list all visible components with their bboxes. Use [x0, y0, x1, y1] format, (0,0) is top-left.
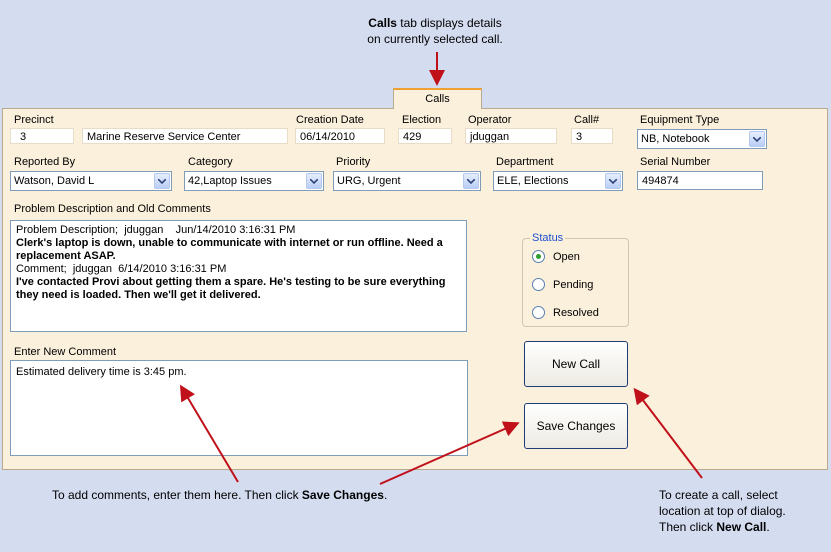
precinct-label: Precinct — [14, 114, 54, 126]
status-radio-pending[interactable]: Pending — [532, 278, 593, 291]
creation-date-field[interactable]: 06/14/2010 — [295, 128, 385, 144]
calls-tab-annotation: Calls tab displays details on currently … — [367, 16, 503, 46]
comment-entry-head: Comment; jduggan 6/14/2010 3:16:31 PM — [16, 263, 227, 275]
priority-label: Priority — [336, 156, 371, 168]
create-call-annotation: To create a call, select location at top… — [659, 488, 786, 534]
election-label: Election — [402, 114, 442, 126]
reported-by-select[interactable]: Watson, David L — [10, 171, 172, 191]
status-radio-open[interactable]: Open — [532, 250, 580, 263]
radio-icon[interactable] — [532, 278, 545, 291]
radio-icon[interactable] — [532, 306, 545, 319]
call-number-field[interactable]: 3 — [571, 128, 613, 144]
election-field[interactable]: 429 — [398, 128, 452, 144]
chevron-down-icon[interactable] — [306, 173, 322, 189]
problem-entry-head: Problem Description; jduggan Jun/14/2010… — [16, 224, 296, 236]
priority-select[interactable]: URG, Urgent — [333, 171, 481, 191]
comment-entry-body: I've contacted Provi about getting them … — [16, 276, 446, 301]
reported-by-label: Reported By — [14, 156, 76, 168]
chevron-down-icon[interactable] — [749, 131, 765, 147]
equipment-type-label: Equipment Type — [640, 114, 720, 126]
precinct-field[interactable]: 3 — [10, 128, 74, 144]
operator-field[interactable]: jduggan — [465, 128, 557, 144]
add-comment-annotation: To add comments, enter them here. Then c… — [52, 488, 388, 502]
status-radio-resolved[interactable]: Resolved — [532, 306, 599, 319]
new-comment-textarea[interactable]: Estimated delivery time is 3:45 pm. — [10, 360, 468, 456]
radio-selected-icon[interactable] — [532, 250, 545, 263]
chevron-down-icon[interactable] — [605, 173, 621, 189]
problem-entry-body: Clerk's laptop is down, unable to commun… — [16, 237, 443, 262]
problem-description-label: Problem Description and Old Comments — [14, 203, 211, 215]
call-number-label: Call# — [574, 114, 600, 126]
serial-number-label: Serial Number — [640, 156, 711, 168]
department-select[interactable]: ELE, Elections — [493, 171, 623, 191]
department-label: Department — [496, 156, 554, 168]
category-label: Category — [188, 156, 233, 168]
chevron-down-icon[interactable] — [463, 173, 479, 189]
serial-number-field[interactable]: 494874 — [637, 171, 763, 190]
creation-date-label: Creation Date — [296, 114, 364, 126]
precinct-name-field[interactable]: Marine Reserve Service Center — [82, 128, 288, 144]
equipment-type-select[interactable]: NB, Notebook — [637, 129, 767, 149]
status-group-title: Status — [530, 232, 566, 244]
operator-label: Operator — [468, 114, 512, 126]
save-changes-button[interactable]: Save Changes — [524, 403, 628, 449]
problem-description-textarea[interactable]: Problem Description; jduggan Jun/14/2010… — [10, 220, 467, 332]
new-call-button[interactable]: New Call — [524, 341, 628, 387]
category-select[interactable]: 42,Laptop Issues — [184, 171, 324, 191]
tab-calls[interactable]: Calls — [393, 88, 482, 109]
new-comment-label: Enter New Comment — [14, 346, 117, 358]
chevron-down-icon[interactable] — [154, 173, 170, 189]
